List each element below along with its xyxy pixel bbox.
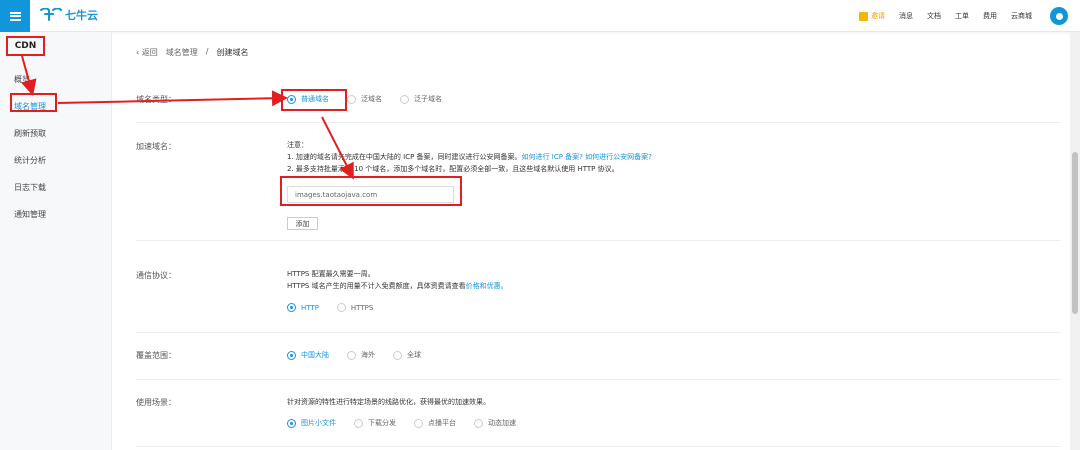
sidebar-item-refresh-prefetch[interactable]: 刷新预取	[14, 128, 46, 139]
breadcrumb-section[interactable]: 域名管理	[166, 47, 198, 58]
note-line-2: 2. 最多支持批量添加 10 个域名，添加多个域名时，配置必须全部一致，且这些域…	[287, 165, 619, 173]
radio-icon	[414, 418, 423, 428]
icp-help-link[interactable]: 如何进行 ICP 备案?	[522, 153, 583, 161]
page-scrollbar[interactable]	[1070, 32, 1080, 450]
scenario-label: 使用场景：	[136, 398, 176, 407]
radio-wildcard-subdomain[interactable]: 泛子域名	[400, 94, 442, 104]
divider	[136, 122, 1061, 123]
radio-icon	[393, 350, 402, 360]
radio-icon	[336, 303, 346, 312]
scenario-group: 图片小文件 下载分发 点播平台 动态加速	[287, 418, 534, 428]
divider	[136, 379, 1061, 380]
police-filing-help-link[interactable]: 如何进行公安网备案?	[585, 153, 652, 161]
note-line-1: 1. 加速的域名请先完成在中国大陆的 ICP 备案，同时建议进行公安网备案。如何…	[287, 153, 652, 161]
nav-invite[interactable]: 邀请	[859, 11, 885, 21]
nav-tickets[interactable]: 工单	[955, 11, 969, 21]
protocol-note-1: HTTPS 配置最久需要一周。	[287, 270, 375, 278]
radio-checked-icon	[287, 303, 296, 312]
radio-wildcard-domain[interactable]: 泛域名	[347, 94, 382, 104]
divider	[136, 446, 1061, 447]
sidebar-item-notifications[interactable]: 通知管理	[14, 209, 46, 220]
radio-small-images[interactable]: 图片小文件	[287, 418, 336, 428]
user-avatar[interactable]	[1050, 7, 1068, 25]
radio-icon	[474, 418, 483, 428]
pricing-link[interactable]: 价格和优惠。	[466, 282, 508, 290]
breadcrumb: ‹ 返回 域名管理 / 创建域名	[136, 47, 248, 58]
radio-global[interactable]: 全球	[393, 350, 421, 360]
qiniu-logo-icon	[40, 8, 62, 21]
breadcrumb-separator: /	[205, 47, 209, 56]
brand-name: 七牛云	[65, 9, 98, 22]
annotation-highlight-domain-input	[280, 176, 462, 206]
coverage-label: 覆盖范围：	[136, 351, 176, 360]
protocol-note-2: HTTPS 域名产生的用量不计入免费额度，具体资费请查看价格和优惠。	[287, 282, 508, 290]
sidebar-item-overview[interactable]: 概览	[14, 74, 30, 85]
radio-download[interactable]: 下载分发	[354, 418, 396, 428]
radio-icon	[347, 94, 356, 104]
scenario-desc: 针对资源的特性进行特定场景的线路优化，获得最优的加速效果。	[287, 398, 490, 406]
brand-logo[interactable]: 七牛云	[40, 7, 98, 23]
annotation-highlight-normal-domain	[281, 89, 347, 111]
coverage-group: 中国大陆 海外 全球	[287, 350, 439, 360]
menu-toggle-button[interactable]	[0, 0, 30, 32]
divider	[136, 240, 1061, 241]
radio-vod[interactable]: 点播平台	[414, 418, 456, 428]
radio-https[interactable]: HTTPS	[336, 303, 373, 312]
radio-overseas[interactable]: 海外	[347, 350, 375, 360]
accel-domain-label: 加速域名：	[136, 142, 176, 151]
breadcrumb-current: 创建域名	[216, 48, 249, 57]
radio-dynamic-accel[interactable]: 动态加速	[474, 418, 516, 428]
nav-messages[interactable]: 消息	[899, 11, 913, 21]
user-icon	[1055, 12, 1063, 20]
hamburger-icon	[9, 11, 21, 21]
nav-billing[interactable]: 费用	[983, 11, 997, 21]
gift-icon	[859, 11, 868, 21]
radio-http[interactable]: HTTP	[287, 303, 319, 312]
radio-checked-icon	[287, 350, 296, 360]
note-title: 注意：	[287, 141, 308, 149]
sidebar-item-statistics[interactable]: 统计分析	[14, 155, 46, 166]
nav-marketplace[interactable]: 云商城	[1011, 11, 1032, 21]
add-domain-button[interactable]: 添加	[287, 217, 318, 230]
protocol-group: HTTP HTTPS	[287, 303, 391, 312]
protocol-notes: HTTPS 配置最久需要一周。 HTTPS 域名产生的用量不计入免费额度，具体资…	[287, 268, 508, 292]
back-link[interactable]: ‹ 返回	[136, 47, 158, 58]
divider	[136, 332, 1061, 333]
scrollbar-thumb[interactable]	[1072, 152, 1078, 314]
radio-mainland-china[interactable]: 中国大陆	[287, 350, 329, 360]
main-content: ‹ 返回 域名管理 / 创建域名 域名类型： 普通域名 泛域名 泛子域名 加速域…	[112, 32, 1070, 450]
domain-type-label: 域名类型：	[136, 95, 176, 104]
protocol-label: 通信协议：	[136, 271, 176, 280]
radio-icon	[354, 418, 363, 428]
radio-checked-icon	[287, 418, 296, 428]
sidebar-title: CDN	[6, 36, 45, 56]
annotation-highlight-domain-management	[10, 93, 57, 112]
top-bar: 七牛云 邀请 消息 文档 工单 费用 云商城	[0, 0, 1080, 32]
radio-icon	[400, 94, 409, 104]
sidebar-item-log-download[interactable]: 日志下载	[14, 182, 46, 193]
nav-docs[interactable]: 文档	[927, 11, 941, 21]
accel-domain-notes: 注意： 1. 加速的域名请先完成在中国大陆的 ICP 备案，同时建议进行公安网备…	[287, 139, 652, 175]
radio-icon	[347, 350, 356, 360]
